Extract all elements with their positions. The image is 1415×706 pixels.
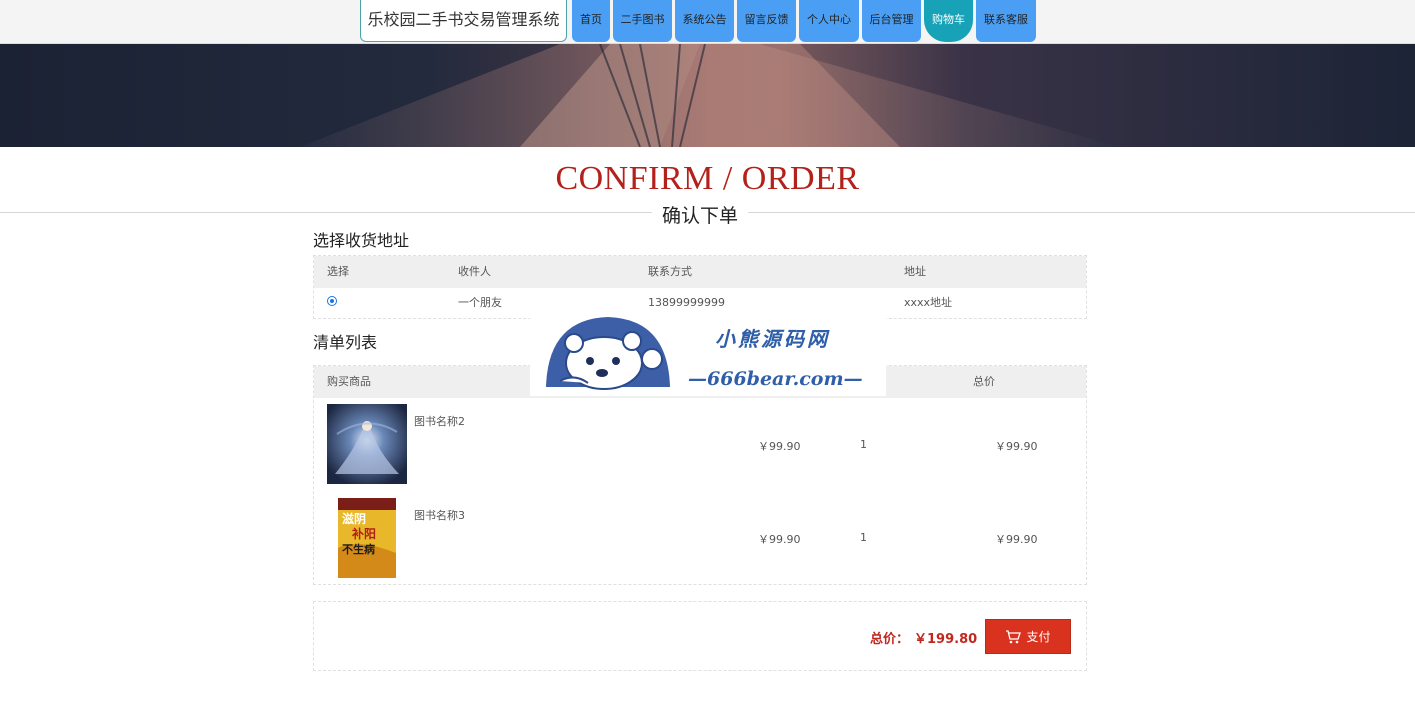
nav-used-books[interactable]: 二手图书	[613, 0, 672, 42]
top-nav-bar: 乐校园二手书交易管理系统 首页 二手图书 系统公告 留言反馈 个人中心 后台管理…	[0, 0, 1415, 44]
nav-home[interactable]: 首页	[572, 0, 610, 42]
nav-announcements[interactable]: 系统公告	[675, 0, 734, 42]
watermark-text-bottom: —666bear.com—	[688, 368, 863, 390]
total-amount: ￥199.80	[914, 632, 978, 647]
book-cover-image[interactable]	[327, 404, 407, 484]
site-title[interactable]: 乐校园二手书交易管理系统	[360, 0, 567, 42]
total-label: 总价：	[870, 632, 910, 647]
address-table-header: 选择 收件人 联系方式 地址	[314, 256, 1086, 288]
table-row[interactable]: 一个朋友 13899999999 xxxx地址	[314, 288, 1086, 318]
watermark-text-top: 小熊源码网	[715, 327, 830, 351]
line-total: ￥99.90	[995, 533, 1038, 546]
bear-logo-icon	[546, 317, 670, 390]
book-cover-image[interactable]: 滋阴 补阳 不生病	[338, 498, 396, 578]
cover-title-text: 滋阴	[342, 511, 366, 526]
cover-title-text-2: 补阳	[351, 526, 376, 541]
recipient-phone: 13899999999	[648, 296, 725, 309]
recipient-address: xxxx地址	[904, 296, 953, 309]
address-radio-cell[interactable]	[314, 288, 445, 318]
col-total: 总价	[973, 375, 995, 388]
quantity: 1	[860, 438, 867, 451]
order-table: 购买商品 总价 图书名称2 ￥99.90 1 ￥99.90 滋阴 补阳 不生病 …	[313, 365, 1087, 585]
quantity: 1	[860, 531, 867, 544]
cart-icon	[1006, 629, 1022, 643]
nav-personal-center[interactable]: 个人中心	[799, 0, 859, 42]
open-book-illustration	[300, 44, 1120, 147]
col-address: 地址	[904, 265, 926, 278]
address-table: 选择 收件人 联系方式 地址 一个朋友 13899999999 xxxx地址	[313, 255, 1087, 319]
address-section-title: 选择收货地址	[313, 231, 410, 250]
col-recipient: 收件人	[458, 265, 491, 278]
line-total: ￥99.90	[995, 440, 1038, 453]
page-heading-zh: 确认下单	[652, 201, 748, 228]
list-item[interactable]: 滋阴 补阳 不生病 图书名称3 ￥99.90 1 ￥99.90	[314, 491, 1086, 584]
banner-image	[0, 44, 1415, 147]
pay-button-label: 支付	[1026, 630, 1051, 644]
nav-admin[interactable]: 后台管理	[862, 0, 921, 42]
order-section-title: 清单列表	[313, 333, 378, 352]
nav-customer-service[interactable]: 联系客服	[976, 0, 1036, 42]
unit-price: ￥99.90	[758, 440, 801, 453]
book-title[interactable]: 图书名称3	[414, 507, 465, 523]
book-title[interactable]: 图书名称2	[414, 413, 465, 429]
cover-title-text-3: 不生病	[342, 542, 375, 556]
col-select: 选择	[327, 265, 349, 278]
nav-feedback[interactable]: 留言反馈	[737, 0, 796, 42]
list-item[interactable]: 图书名称2 ￥99.90 1 ￥99.90	[314, 398, 1086, 491]
main-nav: 首页 二手图书 系统公告 留言反馈 个人中心 后台管理 购物车 联系客服	[572, 0, 1036, 42]
col-phone: 联系方式	[648, 265, 692, 278]
watermark-overlay: 小熊源码网 —666bear.com—	[530, 317, 886, 398]
pay-button[interactable]: 支付	[985, 619, 1071, 654]
nav-cart[interactable]: 购物车	[924, 0, 973, 42]
page-heading-en: CONFIRM / ORDER	[555, 160, 860, 197]
recipient-name: 一个朋友	[458, 296, 502, 309]
unit-price: ￥99.90	[758, 533, 801, 546]
address-radio[interactable]	[327, 296, 337, 306]
payment-summary: 总价： ￥199.80 支付	[313, 601, 1087, 671]
